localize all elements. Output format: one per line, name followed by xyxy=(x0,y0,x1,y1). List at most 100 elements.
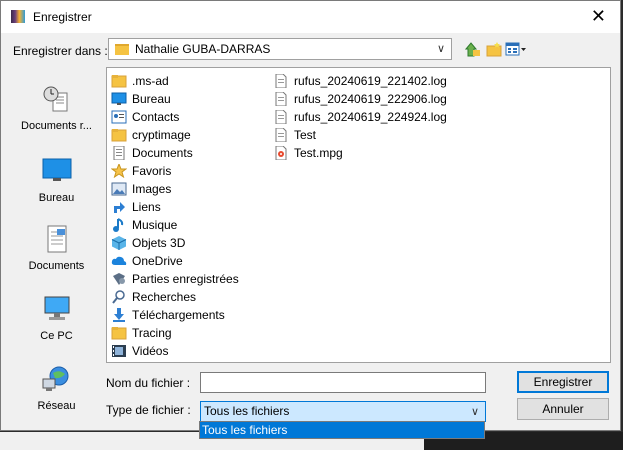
folder-icon xyxy=(111,128,127,142)
file-name: Musique xyxy=(132,218,178,232)
up-folder-icon[interactable] xyxy=(465,41,481,57)
location-value: Nathalie GUBA-DARRAS xyxy=(135,42,271,56)
file-list-item[interactable]: Contacts xyxy=(111,108,179,126)
saved-games-icon xyxy=(111,272,127,286)
file-name: Vidéos xyxy=(132,344,169,358)
file-icon xyxy=(273,127,289,143)
folder-icon xyxy=(115,44,129,55)
3d-objects-icon xyxy=(111,235,127,250)
contacts-icon xyxy=(111,110,127,124)
file-list-item[interactable]: Test.mpg xyxy=(273,144,343,162)
file-icon xyxy=(273,91,289,107)
file-name: .ms-ad xyxy=(132,74,169,88)
documents-folder-icon xyxy=(111,145,127,161)
file-list-item[interactable]: Parties enregistrées xyxy=(111,270,239,288)
desktop-folder-icon xyxy=(111,92,127,106)
place-label: Documents r... xyxy=(21,120,92,132)
file-list-item[interactable]: Objets 3D xyxy=(111,234,185,252)
close-icon[interactable]: ✕ xyxy=(591,7,606,25)
file-name: Recherches xyxy=(132,290,197,304)
place-desktop[interactable]: Bureau xyxy=(13,157,100,204)
file-name: Test xyxy=(294,128,317,142)
place-computer[interactable]: Ce PC xyxy=(13,295,100,342)
star-icon xyxy=(110,162,128,179)
search-icon xyxy=(111,290,127,304)
chevron-down-icon: ∨ xyxy=(470,406,479,418)
file-name: OneDrive xyxy=(132,254,183,268)
file-list-item[interactable]: rufus_20240619_224924.log xyxy=(273,108,447,126)
file-list-item[interactable]: Favoris xyxy=(110,162,172,180)
new-folder-icon[interactable] xyxy=(486,41,502,57)
file-name: rufus_20240619_221402.log xyxy=(294,74,447,88)
place-label: Bureau xyxy=(38,192,75,204)
filetype-option[interactable]: Tous les fichiers xyxy=(199,421,485,439)
place-documents[interactable]: Documents xyxy=(13,225,100,272)
file-list: .ms-ad Bureau Contacts cryptimage Documents F… xyxy=(106,67,611,363)
view-menu-icon[interactable] xyxy=(505,41,527,57)
location-combo[interactable]: Nathalie GUBA-DARRAS ∨ xyxy=(108,38,452,60)
place-label: Ce PC xyxy=(40,330,73,342)
file-name: rufus_20240619_222906.log xyxy=(294,92,447,106)
save-button[interactable]: Enregistrer xyxy=(517,371,609,393)
file-name: Liens xyxy=(132,200,161,214)
file-name: Contacts xyxy=(132,110,180,124)
file-name: Test.mpg xyxy=(294,146,343,160)
app-icon xyxy=(11,10,25,23)
video-icon xyxy=(111,344,127,358)
filename-field[interactable] xyxy=(200,372,486,393)
network-icon xyxy=(42,366,68,391)
cloud-icon xyxy=(111,254,127,268)
media-file-icon xyxy=(273,145,289,161)
file-name: Téléchargements xyxy=(132,308,225,322)
filetype-value: Tous les fichiers xyxy=(204,404,290,418)
save-dialog: Enregistrer ✕ Enregistrer dans : Nathali… xyxy=(0,0,621,431)
place-label: Documents xyxy=(28,260,85,272)
file-list-item[interactable]: Bureau xyxy=(111,90,171,108)
images-icon xyxy=(111,182,127,196)
download-icon xyxy=(111,307,127,322)
desktop-icon xyxy=(42,158,71,181)
file-name: Objets 3D xyxy=(132,236,186,250)
folder-icon xyxy=(111,74,127,88)
file-list-item[interactable]: rufus_20240619_221402.log xyxy=(273,72,447,90)
title-bar: Enregistrer ✕ xyxy=(1,1,620,33)
file-name: Favoris xyxy=(132,164,172,178)
file-name: cryptimage xyxy=(132,128,191,142)
file-name: rufus_20240619_224924.log xyxy=(294,110,447,124)
file-list-item[interactable]: OneDrive xyxy=(111,252,183,270)
file-list-item[interactable]: cryptimage xyxy=(111,126,191,144)
file-list-item[interactable]: Téléchargements xyxy=(111,306,225,324)
file-list-item[interactable]: Test xyxy=(273,126,316,144)
filetype-label: Type de fichier : xyxy=(106,403,191,417)
file-list-item[interactable]: Tracing xyxy=(111,324,172,342)
window-title: Enregistrer xyxy=(33,10,92,24)
file-icon xyxy=(273,109,289,125)
place-recent[interactable]: Documents r... xyxy=(13,85,100,132)
file-list-item[interactable]: Recherches xyxy=(111,288,196,306)
file-list-item[interactable]: Vidéos xyxy=(111,342,168,360)
file-list-item[interactable]: Images xyxy=(111,180,171,198)
file-list-item[interactable]: rufus_20240619_222906.log xyxy=(273,90,447,108)
filename-label: Nom du fichier : xyxy=(106,376,191,390)
location-label: Enregistrer dans : xyxy=(13,44,108,58)
filetype-select[interactable]: Tous les fichiers ∨ xyxy=(200,401,486,422)
file-list-item[interactable]: Musique xyxy=(111,216,177,234)
place-label: Réseau xyxy=(37,400,76,412)
file-list-item[interactable]: .ms-ad xyxy=(111,72,169,90)
file-name: Images xyxy=(132,182,172,196)
place-network[interactable]: Réseau xyxy=(13,365,100,412)
file-list-item[interactable]: Liens xyxy=(111,198,161,216)
file-name: Tracing xyxy=(132,326,172,340)
file-name: Parties enregistrées xyxy=(132,272,239,286)
file-list-item[interactable]: Documents xyxy=(111,144,193,162)
cancel-button[interactable]: Annuler xyxy=(517,398,609,420)
computer-icon xyxy=(44,296,69,320)
places-bar: Documents r... Bureau Documents Ce PC Ré… xyxy=(13,63,100,423)
links-icon xyxy=(111,200,127,214)
file-icon xyxy=(273,73,289,89)
file-name: Documents xyxy=(132,146,193,160)
file-name: Bureau xyxy=(132,92,171,106)
folder-icon xyxy=(111,326,127,340)
recent-documents-icon xyxy=(43,86,67,112)
music-icon xyxy=(111,217,127,232)
